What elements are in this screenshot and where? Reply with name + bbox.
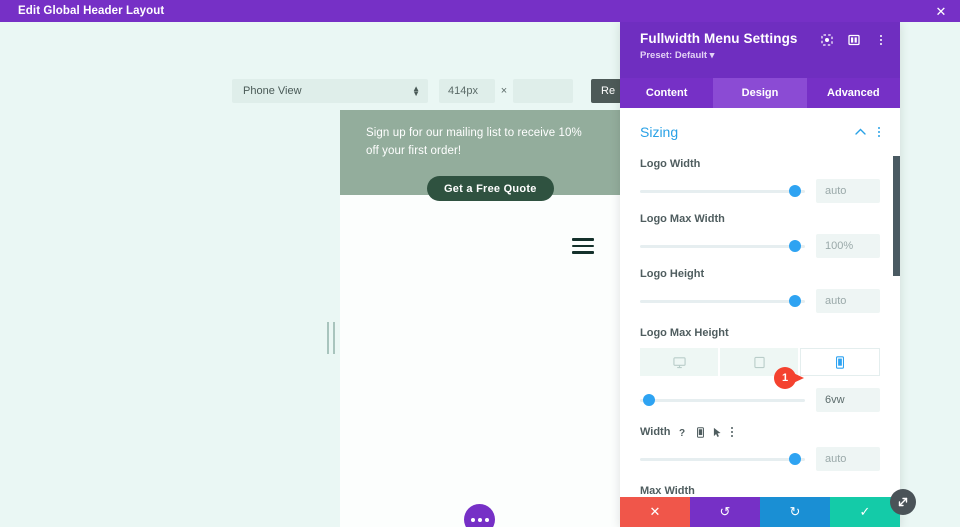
device-tabs	[640, 348, 880, 376]
preset-selector[interactable]: Preset: Default ▾	[640, 50, 888, 61]
promo-text: Sign up for our mailing list to receive …	[366, 127, 582, 157]
dimension-separator: ×	[500, 85, 508, 97]
logo-height-input[interactable]: auto	[816, 289, 880, 313]
field-label: Logo Max Width	[640, 213, 725, 225]
device-tab-desktop[interactable]	[640, 348, 718, 376]
select-arrows-icon: ▲ ▼	[412, 84, 420, 98]
panel-tabs: Content Design Advanced	[620, 78, 900, 108]
chevron-up-icon[interactable]	[855, 126, 866, 138]
field-logo-max-height: Logo Max Height 6vw 1	[640, 327, 880, 412]
help-icon[interactable]: ?	[679, 427, 688, 438]
tab-content[interactable]: Content	[620, 78, 713, 108]
field-max-width: Max Width	[640, 485, 880, 497]
view-mode-label: Phone View	[243, 85, 302, 97]
logo-max-width-slider[interactable]	[640, 239, 805, 253]
redo-button[interactable]: ↻	[760, 497, 830, 527]
slider-row: auto	[640, 447, 880, 471]
section-overflow-menu-icon[interactable]	[878, 127, 880, 137]
preview-width-input[interactable]: 414px	[439, 79, 495, 103]
section-sizing-header[interactable]: Sizing	[640, 116, 880, 148]
handle-bar	[333, 322, 335, 354]
cancel-button[interactable]: ✕	[620, 497, 690, 527]
window-titlebar: Edit Global Header Layout ✕	[0, 0, 960, 22]
panel-header-actions	[820, 33, 888, 47]
field-logo-width: Logo Width auto	[640, 158, 880, 203]
slider-track	[640, 458, 805, 461]
slider-row: auto	[640, 179, 880, 203]
panel-body: Sizing Logo Width auto Logo Max Width 10…	[620, 108, 900, 497]
slider-track	[640, 245, 805, 248]
hamburger-icon[interactable]	[572, 238, 594, 254]
logo-max-height-slider[interactable]	[640, 393, 805, 407]
field-label: Logo Max Height	[640, 327, 729, 339]
responsive-toolbar: Phone View ▲ ▼ 414px × Re	[232, 79, 626, 103]
close-icon[interactable]: ✕	[930, 0, 952, 22]
panel-footer: ✕ ↺ ↻ ✓	[620, 497, 900, 527]
logo-height-slider[interactable]	[640, 294, 805, 308]
preview-nav-row	[340, 195, 620, 275]
phone-preview-frame: Sign up for our mailing list to receive …	[340, 110, 620, 527]
field-logo-max-width: Logo Max Width 100%	[640, 213, 880, 258]
hover-cursor-icon[interactable]	[713, 427, 722, 438]
responsive-phone-icon[interactable]	[697, 426, 705, 438]
slider-row: 100%	[640, 234, 880, 258]
slider-track	[640, 190, 805, 193]
field-label: Width	[640, 426, 671, 438]
overflow-menu-icon[interactable]	[731, 427, 734, 437]
device-tab-tablet[interactable]	[720, 348, 798, 376]
logo-width-slider[interactable]	[640, 184, 805, 198]
width-slider[interactable]	[640, 452, 805, 466]
panel-header: Fullwidth Menu Settings Preset: Default …	[620, 22, 900, 78]
field-label: Logo Width	[640, 158, 701, 170]
page-title: Edit Global Header Layout	[18, 5, 165, 17]
slider-row: 6vw	[640, 388, 880, 412]
settings-panel: Fullwidth Menu Settings Preset: Default …	[620, 22, 900, 527]
slider-track	[640, 399, 805, 402]
width-input[interactable]: auto	[816, 447, 880, 471]
field-width: Width ? auto	[640, 426, 880, 471]
slider-knob[interactable]	[643, 394, 656, 406]
preview-height-input[interactable]	[513, 79, 573, 103]
tab-design[interactable]: Design	[713, 78, 807, 108]
tab-advanced[interactable]: Advanced	[807, 78, 900, 108]
slider-track	[640, 300, 805, 303]
split-layout-icon[interactable]	[847, 33, 861, 47]
logo-max-width-input[interactable]: 100%	[816, 234, 880, 258]
app-root: Edit Global Header Layout ✕ Phone View ▲…	[0, 0, 960, 527]
focus-target-icon[interactable]	[820, 33, 834, 47]
logo-max-height-input[interactable]: 6vw	[816, 388, 880, 412]
field-logo-height: Logo Height auto	[640, 268, 880, 313]
ellipsis-icon[interactable]	[464, 504, 495, 527]
logo-width-input[interactable]: auto	[816, 179, 880, 203]
field-label: Logo Height	[640, 268, 705, 280]
preview-resize-handle-left[interactable]	[327, 322, 335, 354]
device-tab-phone[interactable]	[800, 348, 880, 376]
slider-knob[interactable]	[788, 240, 801, 252]
slider-knob[interactable]	[788, 453, 801, 465]
overflow-menu-icon[interactable]	[874, 33, 888, 47]
promo-banner: Sign up for our mailing list to receive …	[340, 110, 620, 201]
slider-knob[interactable]	[788, 185, 801, 197]
slider-knob[interactable]	[788, 295, 801, 307]
field-label: Max Width	[640, 485, 695, 497]
slider-row: auto	[640, 289, 880, 313]
diagonal-resize-icon[interactable]	[890, 489, 916, 515]
section-actions	[855, 126, 880, 138]
view-mode-select[interactable]: Phone View ▲ ▼	[232, 79, 428, 103]
panel-scrollbar-thumb[interactable]	[893, 156, 900, 276]
section-title: Sizing	[640, 124, 679, 140]
svg-text:?: ?	[679, 428, 685, 438]
field-label-row: Width ?	[640, 426, 880, 438]
undo-button[interactable]: ↺	[690, 497, 760, 527]
handle-bar	[327, 322, 329, 354]
